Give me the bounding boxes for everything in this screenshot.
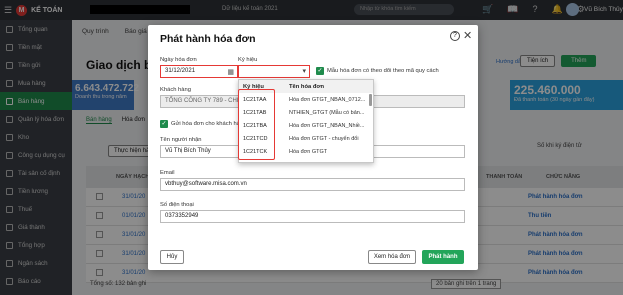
track-label: Mẫu hóa đơn có theo dõi theo mã quy cách (327, 68, 439, 74)
option-name: Hóa đơn GTGT_NBAN_Nhiề... (289, 123, 365, 129)
track-checkbox[interactable]: ✓ (316, 67, 324, 75)
date-value: 31/12/2021 (165, 68, 196, 74)
dropdown-col-name: Tên hóa đơn (289, 84, 325, 90)
customer-label: Khách hàng (160, 87, 191, 93)
cancel-button[interactable]: Hủy (160, 250, 184, 264)
dropdown-scrollbar[interactable] (369, 94, 372, 106)
phone-label: Số điện thoại (160, 202, 194, 208)
send-checkbox[interactable]: ✓ (160, 120, 168, 128)
symbol-select[interactable]: ▾ (238, 65, 310, 78)
option-name: Hóa đơn GTGT_NBAN_0712... (289, 97, 366, 103)
calendar-icon[interactable]: ▦ (227, 67, 234, 78)
email-input[interactable]: vbthuy@software.misa.com.vn (160, 178, 465, 191)
dialog-title: Phát hành hóa đơn (160, 33, 256, 45)
issue-button[interactable]: Phát hành (422, 250, 464, 264)
preview-invoice-button[interactable]: Xem hóa đơn (368, 250, 416, 264)
phone-input[interactable]: 0373352949 (160, 210, 465, 223)
send-label: Gửi hóa đơn cho khách hàng (171, 121, 247, 127)
date-label: Ngày hóa đơn (160, 57, 197, 63)
recipient-label: Tên người nhận (160, 137, 202, 143)
option-name: Hóa đơn GTGT - chuyển đổi (289, 136, 359, 142)
option-name: Hóa đơn GTGT (289, 149, 328, 155)
close-icon[interactable]: ✕ (463, 29, 472, 42)
symbol-label: Ký hiệu (238, 57, 258, 63)
option-name: NTHIEN_GTGT (Mẫu có bản... (289, 110, 365, 116)
symbol-highlight-box (238, 89, 275, 160)
date-field[interactable]: 31/12/2021 ▦ (160, 65, 238, 78)
help-icon[interactable]: ? (450, 31, 460, 41)
email-label: Email (160, 170, 175, 176)
chevron-down-icon[interactable]: ▾ (302, 66, 306, 77)
